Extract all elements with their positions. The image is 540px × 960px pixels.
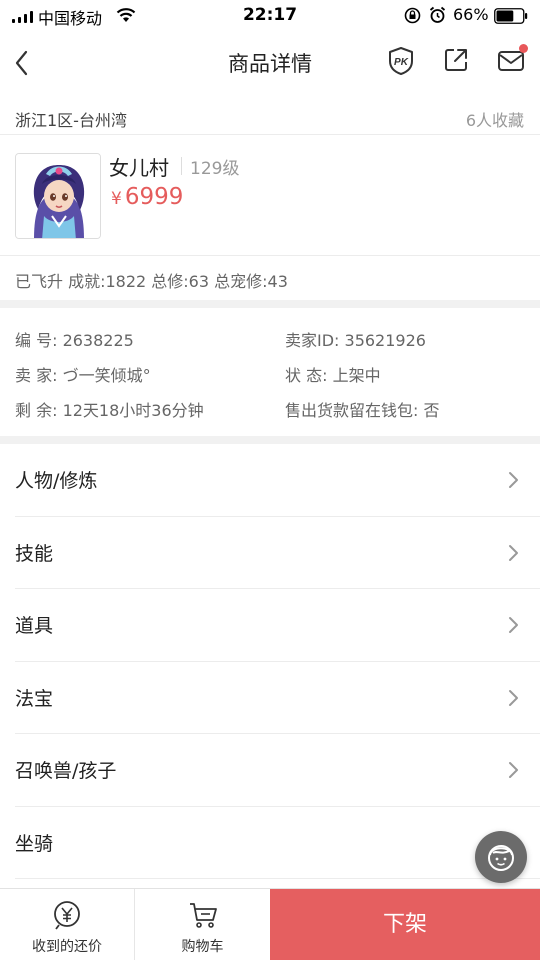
divider bbox=[181, 157, 182, 175]
section-divider bbox=[0, 436, 540, 444]
chevron-right-icon bbox=[509, 617, 518, 633]
role-school: 女儿村 bbox=[109, 156, 169, 180]
customer-service-button[interactable] bbox=[475, 831, 527, 883]
menu-item-treasure[interactable]: 法宝 bbox=[15, 662, 540, 734]
menu-item-label: 道具 bbox=[15, 615, 54, 637]
currency-symbol: ¥ bbox=[111, 189, 122, 209]
listing-id: 编 号: 2638225 bbox=[15, 331, 134, 350]
received-offers-button[interactable]: 收到的还价 bbox=[0, 889, 135, 960]
customer-service-icon bbox=[488, 845, 514, 871]
bottom-bar: 收到的还价 购物车 下架 bbox=[0, 888, 540, 960]
role-card: 女儿村 129级 ¥6999 bbox=[0, 136, 540, 256]
seller-name: 卖 家: づ一笑倾城° bbox=[15, 366, 151, 385]
chevron-right-icon bbox=[509, 689, 518, 706]
role-level: 129级 bbox=[190, 159, 240, 179]
wallet-setting: 售出货款留在钱包: 否 bbox=[285, 401, 440, 420]
status-bar: 中国移动 22:17 66% bbox=[0, 0, 540, 34]
menu-item-label: 法宝 bbox=[15, 687, 54, 710]
menu-item-pets[interactable]: 召唤兽/孩子 bbox=[15, 734, 540, 807]
detail-menu: 人物/修炼 技能 道具 法宝 召唤兽/孩子 坐骑 bbox=[0, 444, 540, 879]
unread-dot bbox=[519, 44, 528, 53]
svg-text:PK: PK bbox=[394, 57, 409, 68]
rotation-lock-icon bbox=[404, 7, 421, 24]
yen-circle-icon bbox=[54, 901, 80, 930]
nav-bar: 商品详情 PK bbox=[0, 34, 540, 92]
listing-status: 状 态: 上架中 bbox=[285, 366, 381, 385]
menu-item-character[interactable]: 人物/修炼 bbox=[15, 444, 540, 517]
server-row: 浙江1区-台州湾 6人收藏 bbox=[0, 99, 540, 135]
menu-item-label: 人物/修炼 bbox=[15, 470, 98, 492]
seller-id: 卖家ID: 35621926 bbox=[285, 331, 426, 350]
share-icon[interactable] bbox=[443, 47, 469, 73]
cart-icon bbox=[189, 903, 217, 928]
role-stats: 已飞升 成就:1822 总修:63 总宠修:43 bbox=[15, 272, 288, 291]
section-divider bbox=[0, 300, 540, 308]
price-value: 6999 bbox=[124, 184, 184, 210]
cart-label: 购物车 bbox=[181, 939, 224, 955]
delist-button[interactable]: 下架 bbox=[270, 889, 540, 960]
menu-item-label: 召唤兽/孩子 bbox=[15, 760, 117, 782]
remaining-time: 剩 余: 12天18小时36分钟 bbox=[15, 401, 204, 420]
favorite-count[interactable]: 6人收藏 bbox=[466, 107, 524, 131]
menu-item-label: 技能 bbox=[15, 542, 54, 565]
menu-item-mounts[interactable]: 坐骑 bbox=[15, 807, 540, 879]
role-price: ¥6999 bbox=[111, 184, 183, 210]
battery-icon bbox=[494, 8, 528, 24]
chevron-right-icon bbox=[509, 544, 518, 561]
alarm-icon bbox=[429, 6, 446, 23]
listing-info: 编 号: 2638225 卖家ID: 35621926 卖 家: づ一笑倾城° … bbox=[0, 308, 540, 438]
chevron-right-icon bbox=[509, 472, 518, 488]
menu-item-skills[interactable]: 技能 bbox=[15, 517, 540, 589]
menu-item-label: 坐骑 bbox=[15, 832, 54, 855]
pk-shield-icon[interactable]: PK bbox=[387, 46, 415, 76]
server-name: 浙江1区-台州湾 bbox=[15, 111, 127, 130]
chevron-right-icon bbox=[509, 762, 518, 778]
received-offers-label: 收到的还价 bbox=[32, 939, 102, 955]
menu-item-items[interactable]: 道具 bbox=[15, 589, 540, 662]
battery-percent: 66% bbox=[453, 5, 489, 24]
role-avatar[interactable] bbox=[15, 153, 101, 239]
character-portrait-icon bbox=[16, 154, 100, 238]
cart-button[interactable]: 购物车 bbox=[135, 889, 270, 960]
